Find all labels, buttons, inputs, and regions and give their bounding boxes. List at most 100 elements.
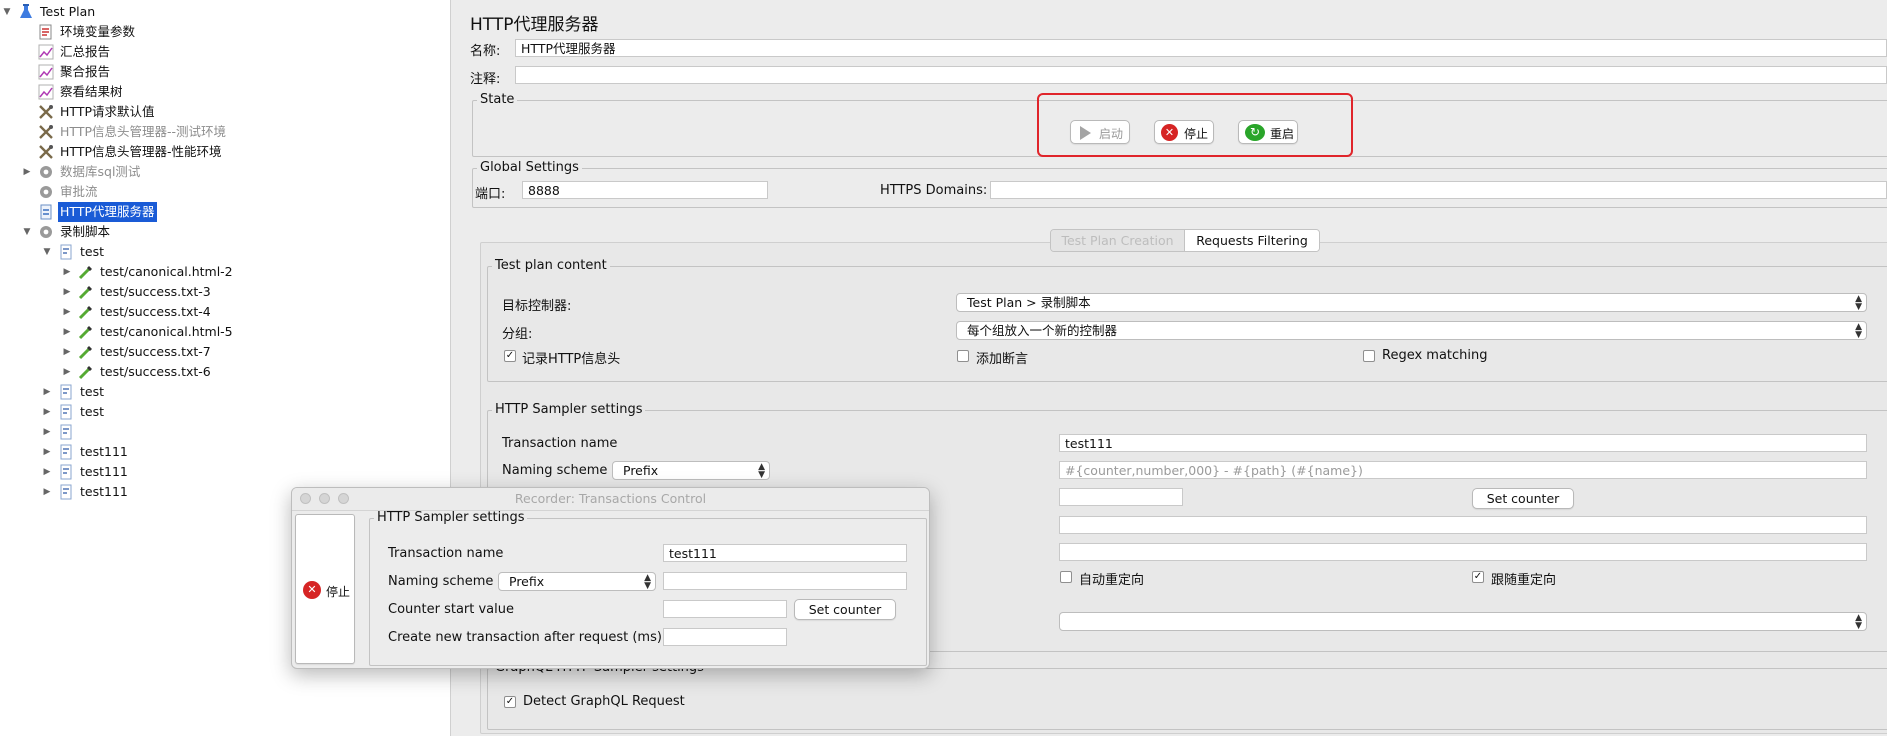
sampler-field-a-input[interactable] [1059, 516, 1867, 534]
graph-icon [38, 44, 54, 60]
naming-scheme-select[interactable]: Prefix ▲ ▼ [612, 461, 770, 480]
collapse-arrow-icon[interactable]: ▶ [61, 282, 73, 302]
tree-node[interactable]: ▶ test/success.txt-7 [0, 342, 448, 362]
tree-node[interactable]: ▶ 数据库sql测试 [0, 162, 448, 182]
tree-node[interactable]: HTTP代理服务器 [0, 202, 448, 222]
tree-node[interactable]: ▶ test111 [0, 462, 448, 482]
tree-node-label: HTTP信息头管理器-性能环境 [60, 144, 222, 159]
collapse-arrow-icon[interactable]: ▶ [41, 402, 53, 422]
dialog-new-transaction-label: Create new transaction after request (ms… [388, 630, 667, 645]
collapse-arrow-icon[interactable] [21, 202, 33, 222]
expand-arrow-icon[interactable]: ▼ [21, 222, 33, 242]
stop-button[interactable]: ✕ 停止 [1154, 120, 1214, 144]
tree-node[interactable]: HTTP信息头管理器-性能环境 [0, 142, 448, 162]
tree-node-label: test111 [80, 484, 128, 499]
collapse-arrow-icon[interactable]: ▶ [61, 362, 73, 382]
tree-node-label: test/success.txt-7 [100, 344, 211, 359]
dialog-counter-start-input[interactable] [663, 600, 787, 618]
flask-icon [18, 4, 34, 20]
counter-start-input[interactable] [1059, 488, 1183, 506]
collapse-arrow-icon[interactable] [21, 22, 33, 42]
sampler-field-b-input[interactable] [1059, 543, 1867, 561]
dialog-titlebar[interactable]: Recorder: Transactions Control [292, 488, 929, 511]
tree-node[interactable]: ▶ test/canonical.html-5 [0, 322, 448, 342]
collapse-arrow-icon[interactable] [21, 62, 33, 82]
tree-node[interactable]: ▶ test/canonical.html-2 [0, 262, 448, 282]
collapse-arrow-icon[interactable]: ▶ [61, 322, 73, 342]
tree-node[interactable]: ▼ test [0, 242, 448, 262]
collapse-arrow-icon[interactable] [21, 182, 33, 202]
target-controller-select[interactable]: Test Plan > 录制脚本 ▲ ▼ [956, 293, 1867, 312]
tree-node[interactable]: ▶ test/success.txt-3 [0, 282, 448, 302]
collapse-arrow-icon[interactable] [21, 142, 33, 162]
collapse-arrow-icon[interactable]: ▶ [61, 342, 73, 362]
name-input[interactable]: HTTP代理服务器 [515, 39, 1887, 57]
sampler-icon [78, 304, 94, 320]
dialog-new-transaction-input[interactable] [663, 628, 787, 646]
expand-arrow-icon[interactable]: ▼ [1, 2, 13, 22]
dialog-naming-format-input[interactable] [663, 572, 907, 590]
controller-icon [58, 424, 74, 440]
follow-redirect-checkbox[interactable]: ✓ [1472, 571, 1484, 583]
tree-node[interactable]: ▶ test/success.txt-6 [0, 362, 448, 382]
tree-node[interactable]: ▶ [0, 422, 448, 442]
proxy-icon [38, 204, 54, 220]
set-counter-button[interactable]: Set counter [1472, 488, 1574, 509]
collapse-arrow-icon[interactable] [21, 42, 33, 62]
tree-node[interactable]: 汇总报告 [0, 42, 448, 62]
select-arrows-icon: ▲ ▼ [758, 462, 765, 480]
tree-node[interactable]: HTTP请求默认值 [0, 102, 448, 122]
tree-node[interactable]: ▶ test [0, 382, 448, 402]
comment-input[interactable] [515, 66, 1887, 84]
dialog-set-counter-button[interactable]: Set counter [794, 599, 896, 620]
collapse-arrow-icon[interactable]: ▶ [41, 462, 53, 482]
tree-node[interactable]: 审批流 [0, 182, 448, 202]
detect-graphql-checkbox[interactable]: ✓ [504, 696, 516, 708]
tree-node[interactable]: ▼ 录制脚本 [0, 222, 448, 242]
naming-scheme-label: Naming scheme [502, 463, 608, 478]
tree-node[interactable]: 环境变量参数 [0, 22, 448, 42]
naming-format-input[interactable]: #{counter,number,000} - #{path} (#{name}… [1059, 461, 1867, 479]
collapse-arrow-icon[interactable] [21, 102, 33, 122]
port-input[interactable]: 8888 [522, 181, 768, 199]
sampler-type-select[interactable]: ▲ ▼ [1059, 612, 1867, 631]
collapse-arrow-icon[interactable]: ▶ [61, 262, 73, 282]
tree-node[interactable]: HTTP信息头管理器--测试环境 [0, 122, 448, 142]
collapse-arrow-icon[interactable]: ▶ [41, 482, 53, 502]
tab-requests-filtering[interactable]: Requests Filtering [1185, 230, 1319, 251]
wrench-icon [38, 144, 54, 160]
regex-matching-checkbox[interactable] [1363, 350, 1375, 362]
collapse-arrow-icon[interactable] [21, 122, 33, 142]
collapse-arrow-icon[interactable]: ▶ [41, 422, 53, 442]
tree-node-label: test111 [80, 464, 128, 479]
transactions-control-dialog[interactable]: Recorder: Transactions Control ✕ 停止 HTTP… [291, 487, 930, 669]
https-domains-input[interactable] [990, 181, 1887, 199]
grouping-select[interactable]: 每个组放入一个新的控制器 ▲ ▼ [956, 321, 1867, 340]
record-headers-checkbox[interactable]: ✓ [504, 350, 516, 362]
add-assertion-checkbox[interactable] [957, 350, 969, 362]
select-arrows-icon: ▲ ▼ [644, 573, 651, 591]
auto-redirect-checkbox[interactable] [1060, 571, 1072, 583]
stop-label: 停止 [1184, 127, 1209, 141]
collapse-arrow-icon[interactable]: ▶ [61, 302, 73, 322]
tree-node[interactable]: ▶ test111 [0, 442, 448, 462]
expand-arrow-icon[interactable]: ▼ [41, 242, 53, 262]
tree-node[interactable]: ▶ test/success.txt-4 [0, 302, 448, 322]
tree-node[interactable]: 察看结果树 [0, 82, 448, 102]
transaction-name-input[interactable]: test111 [1059, 434, 1867, 452]
gear-icon [38, 224, 54, 240]
dialog-naming-scheme-select[interactable]: Prefix ▲ ▼ [498, 572, 656, 591]
restart-button[interactable]: ↻ 重启 [1238, 120, 1298, 144]
tree-node[interactable]: 聚合报告 [0, 62, 448, 82]
dialog-transaction-name-input[interactable]: test111 [663, 544, 907, 562]
collapse-arrow-icon[interactable]: ▶ [41, 442, 53, 462]
tree-node[interactable]: ▼ Test Plan [0, 2, 448, 22]
dialog-stop-button[interactable]: ✕ 停止 [295, 514, 355, 664]
start-button[interactable]: 启动 [1070, 120, 1130, 144]
tree-node[interactable]: ▶ test [0, 402, 448, 422]
tab-test-plan-creation[interactable]: Test Plan Creation [1051, 230, 1185, 251]
tree-node-label: 环境变量参数 [60, 24, 136, 39]
collapse-arrow-icon[interactable]: ▶ [41, 382, 53, 402]
collapse-arrow-icon[interactable]: ▶ [21, 162, 33, 182]
collapse-arrow-icon[interactable] [21, 82, 33, 102]
